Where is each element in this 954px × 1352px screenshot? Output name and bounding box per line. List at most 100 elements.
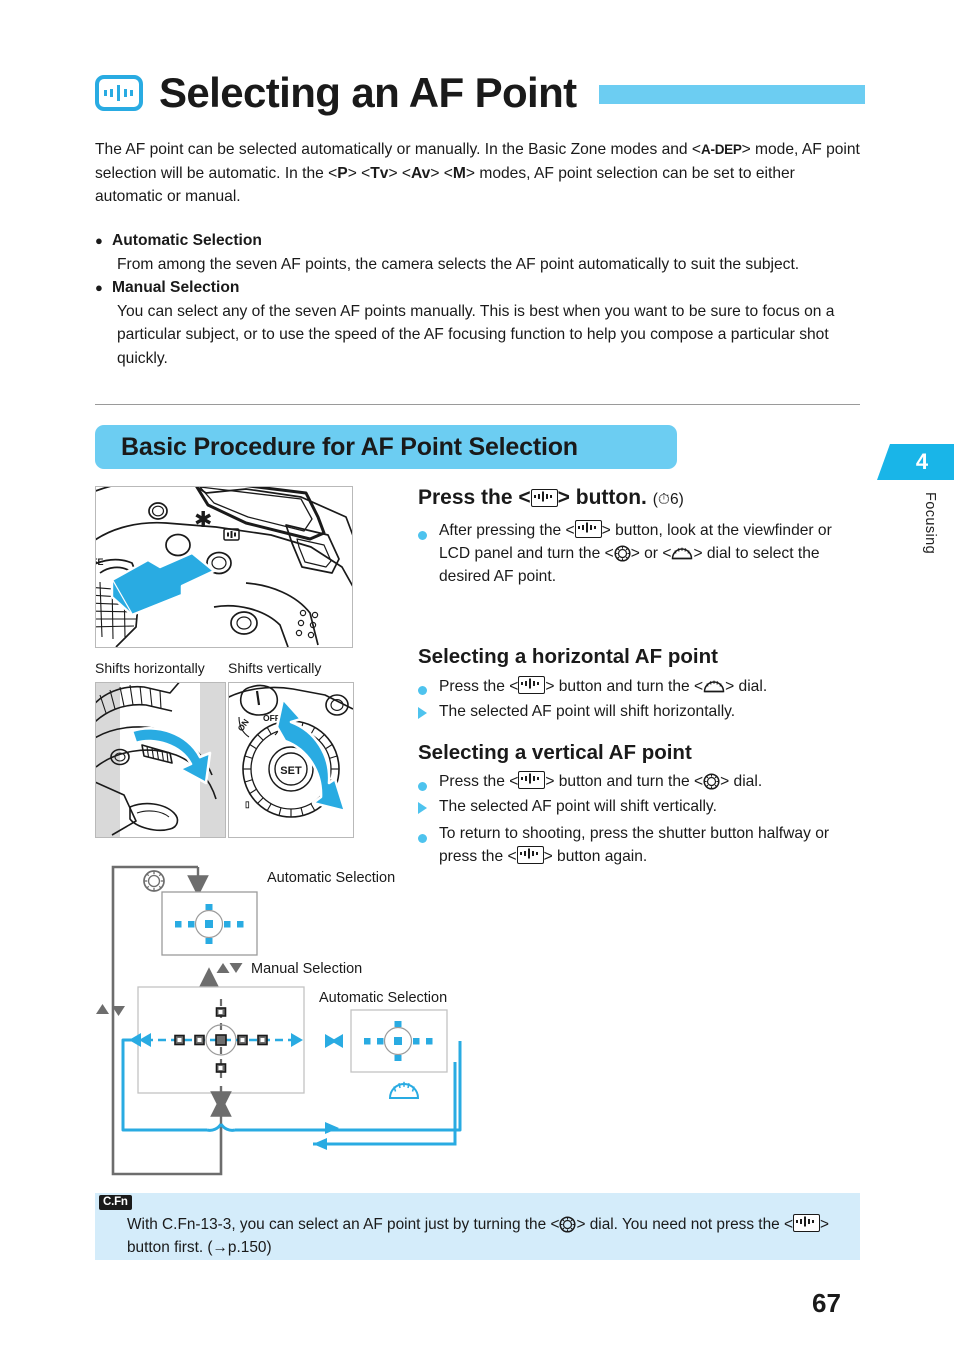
af-point-button-icon	[516, 846, 544, 865]
page-title: Selecting an AF Point	[159, 69, 577, 116]
cfn-note-text: With C.Fn-13-3, you can select an AF poi…	[127, 1213, 849, 1259]
diagram-label-auto-right: Automatic Selection	[319, 990, 447, 1006]
section-heading-label: Basic Procedure for AF Point Selection	[121, 432, 578, 461]
main-dial-icon	[703, 677, 725, 692]
step-bullet-list: After pressing the < > button, look at t…	[418, 519, 860, 588]
bullet-triangle	[418, 795, 439, 821]
step-timer-label: (⏱6)	[652, 491, 684, 508]
main-dial-illustration	[95, 682, 226, 838]
mode-m-glyph: M	[452, 164, 466, 182]
svg-text:✱: ✱	[194, 508, 212, 533]
svg-text:SET: SET	[280, 765, 302, 777]
v-item-result: The selected AF point will shift vertica…	[439, 798, 717, 816]
cfn-badge: C.Fn	[99, 1195, 132, 1210]
vertical-af-heading: Selecting a vertical AF point	[418, 740, 692, 764]
v-item-post: > dial.	[720, 773, 763, 791]
mode-av-glyph: Av	[410, 164, 431, 182]
v-item-pre: Press the <	[439, 773, 519, 791]
bullet-dot	[418, 822, 439, 846]
chapter-label: Focusing	[922, 492, 938, 555]
af-point-selection-icon	[95, 75, 143, 111]
manual-selection-body: You can select any of the seven AF point…	[117, 302, 835, 367]
bullet-dot	[418, 770, 439, 794]
camera-top-illustration: ✱ FE ⊞⊡	[95, 486, 353, 648]
manual-selection-title: Manual Selection	[112, 279, 240, 296]
horizontal-af-heading: Selecting a horizontal AF point	[418, 645, 718, 669]
af-point-button-icon	[574, 520, 602, 539]
af-display-auto-top	[161, 891, 258, 956]
quick-control-dial-icon	[614, 545, 631, 562]
list-item: After pressing the < > button, look at t…	[418, 519, 860, 588]
v-item2-post: > button again.	[543, 848, 648, 866]
mode-p-glyph: P	[337, 164, 348, 182]
af-point-button-icon	[792, 1214, 820, 1232]
intro-part5: > <	[430, 164, 453, 182]
mode-adep-glyph: A-DEP	[701, 142, 742, 157]
bullet-dot	[418, 675, 439, 699]
page-title-row: Selecting an AF Point	[95, 62, 865, 124]
step-press-button-title: Press the < > button. (⏱6)	[418, 486, 860, 510]
bullet-text-mid2: > or <	[630, 545, 672, 563]
automatic-selection-title: Automatic Selection	[112, 232, 262, 249]
press-arrow	[110, 551, 216, 617]
bullet-dot	[418, 519, 439, 543]
quick-control-dial-icon	[143, 870, 165, 892]
intro-part1: The AF point can be selected automatical…	[95, 141, 702, 158]
svg-text:▯: ▯	[245, 799, 250, 809]
intro-part4: > <	[388, 164, 411, 182]
note-pre: With C.Fn-13-3, you can select an AF poi…	[127, 1216, 560, 1233]
diagram-label-manual: Manual Selection	[251, 961, 362, 977]
af-display-auto-right	[350, 1009, 448, 1073]
intro-part3: > <	[347, 164, 371, 182]
v-item-mid: > button and turn the <	[545, 773, 704, 791]
af-point-button-icon	[530, 489, 558, 507]
diagram-updown-markers	[216, 963, 243, 973]
h-item-pre: Press the <	[439, 677, 519, 695]
step-bullet-text: After pressing the < > button, look at t…	[439, 519, 860, 588]
automatic-selection-body: From among the seven AF points, the came…	[117, 255, 800, 273]
bullet-triangle	[418, 700, 439, 726]
list-item: ● Automatic Selection	[95, 229, 860, 253]
bullet-text-pre: After pressing the <	[439, 522, 575, 540]
manual-page: Selecting an AF Point The AF point can b…	[0, 0, 954, 1352]
step-title-post: > button.	[557, 486, 647, 509]
af-point-button-icon	[518, 771, 546, 790]
mode-tv-glyph: Tv	[370, 164, 389, 182]
af-point-button-icon	[518, 675, 546, 694]
quick-control-dial-icon	[703, 773, 720, 790]
quick-control-dial-illustration: SET ON OFF ▯	[228, 682, 354, 838]
list-item: The selected AF point will shift horizon…	[418, 700, 860, 726]
selection-mode-list: ● Automatic Selection From among the sev…	[95, 229, 860, 370]
horizontal-af-list: Press the < > button and turn the < > di…	[418, 675, 860, 726]
list-item: The selected AF point will shift vertica…	[418, 795, 860, 821]
diagram-left-markers	[96, 1004, 125, 1016]
caption-shifts-vertically: Shifts vertically	[228, 660, 322, 676]
quick-control-dial-icon	[559, 1216, 577, 1233]
intro-paragraph: The AF point can be selected automatical…	[95, 138, 860, 209]
note-mid: > dial. You need not press the <	[576, 1216, 793, 1233]
list-item: Press the < > button and turn the < > di…	[418, 770, 860, 794]
svg-text:FE: FE	[96, 557, 104, 567]
bullet-marker: ●	[95, 233, 103, 248]
vertical-af-list: Press the < > button and turn the < > di…	[418, 770, 860, 868]
chapter-number: 4	[915, 449, 929, 474]
cfn-note-box: C.Fn With C.Fn-13-3, you can select an A…	[95, 1193, 860, 1260]
illustration-captions: Shifts horizontally Shifts vertically	[95, 660, 365, 680]
af-selection-flow-diagram: Automatic Selection Manual Selection Aut…	[95, 862, 495, 1180]
list-item: Press the < > button and turn the < > di…	[418, 675, 860, 699]
section-divider	[95, 404, 860, 405]
section-heading: Basic Procedure for AF Point Selection	[95, 425, 677, 469]
page-number: 67	[812, 1288, 841, 1318]
h-item-result: The selected AF point will shift horizon…	[439, 702, 736, 720]
list-item: ● Manual Selection	[95, 276, 860, 300]
step-title-pre: Press the <	[418, 486, 531, 509]
h-item-post: > dial.	[725, 677, 768, 695]
caption-shifts-horizontally: Shifts horizontally	[95, 660, 205, 676]
diagram-label-auto-top: Automatic Selection	[267, 870, 395, 886]
diagram-blue-arrowheads	[325, 1034, 343, 1048]
main-dial-icon	[671, 544, 693, 560]
h-item-mid: > button and turn the <	[545, 677, 704, 695]
main-dial-icon	[388, 1081, 420, 1099]
title-accent-bar	[598, 84, 865, 104]
bullet-marker: ●	[95, 280, 103, 295]
